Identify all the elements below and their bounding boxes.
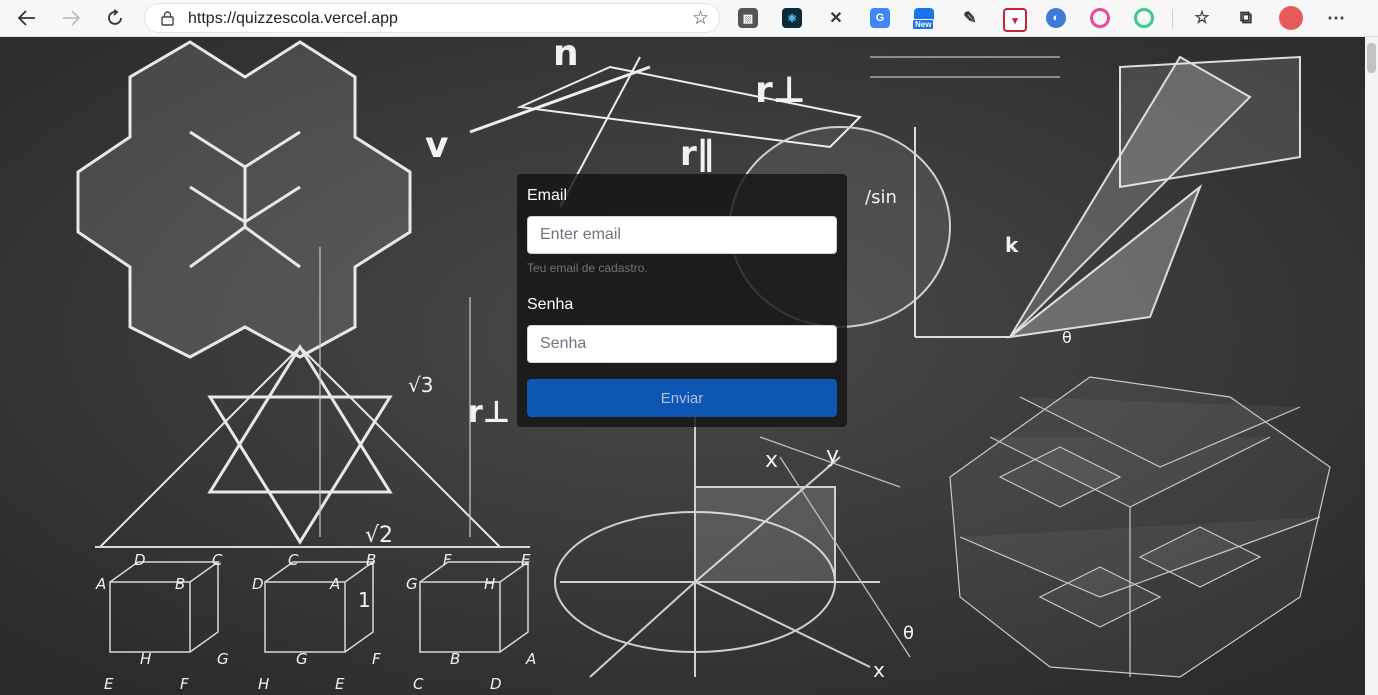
svg-text:x: x [873, 658, 885, 682]
svg-text:1: 1 [358, 588, 371, 612]
svg-text:A: A [95, 575, 106, 593]
svg-text:H: H [484, 575, 495, 593]
target-extension-icon[interactable] [1134, 8, 1154, 28]
svg-text:/sin: /sin [865, 187, 897, 208]
submit-button[interactable]: Enviar [527, 379, 837, 417]
svg-text:F: F [372, 650, 381, 668]
svg-text:√3: √3 [408, 373, 433, 397]
profile-avatar[interactable] [1279, 6, 1303, 30]
svg-text:E: E [521, 551, 531, 569]
login-form: Email Teu email de cadastro. Senha Envia… [517, 174, 847, 427]
svg-text:G: G [406, 575, 418, 593]
svg-text:E: E [335, 675, 345, 693]
svg-text:B: B [175, 575, 185, 593]
svg-text:A: A [525, 650, 536, 668]
svg-text:C: C [288, 551, 299, 569]
svg-text:C: C [413, 675, 424, 693]
favorite-star-icon[interactable]: ☆ [692, 7, 709, 30]
svg-text:B: B [450, 650, 460, 668]
browser-toolbar: https://quizzescola.vercel.app ☆ ▨ ⚛ ✕ G… [0, 0, 1378, 37]
extension-image-icon[interactable]: ▨ [738, 8, 758, 28]
svg-text:E: E [104, 675, 114, 693]
collections-icon[interactable]: ⧉ [1236, 8, 1256, 28]
color-picker-icon[interactable]: ✎ [960, 8, 980, 28]
toolbar-divider [1172, 9, 1173, 29]
email-field[interactable] [527, 216, 837, 254]
svg-text:G: G [296, 650, 308, 668]
svg-text:r∥: r∥ [680, 134, 714, 174]
google-translate-icon[interactable]: G [870, 8, 890, 28]
svg-text:D: D [134, 551, 146, 569]
svg-text:F: F [443, 551, 452, 569]
svg-text:C: C [212, 551, 223, 569]
more-menu-icon[interactable]: ⋯ [1326, 8, 1346, 28]
svg-text:r⊥: r⊥ [755, 70, 806, 111]
svg-text:D: D [252, 575, 264, 593]
react-devtools-icon[interactable]: ⚛ [782, 8, 802, 28]
forward-arrow-icon [63, 10, 80, 26]
password-field[interactable] [527, 325, 837, 363]
page-scrollbar[interactable] [1365, 37, 1378, 695]
refresh-button[interactable] [100, 4, 130, 32]
new-extension-icon[interactable]: New [912, 8, 935, 30]
lock-icon [161, 11, 174, 31]
refresh-icon [108, 9, 122, 25]
svg-text:x: x [765, 448, 778, 473]
url-text: https://quizzescola.vercel.app [188, 10, 398, 27]
page-content: n v r⊥ r∥ /sin √3 r⊥ √2 k θ x y θ x D C … [0, 37, 1365, 695]
back-arrow-icon [18, 10, 35, 26]
svg-text:θ: θ [1062, 328, 1072, 347]
new-badge: New [912, 19, 935, 30]
forward-button[interactable] [56, 4, 86, 32]
svg-text:D: D [490, 675, 502, 693]
tools-icon[interactable]: ✕ [826, 8, 846, 28]
svg-text:√2: √2 [365, 523, 393, 548]
email-label: Email [527, 187, 568, 204]
svg-text:v: v [425, 125, 448, 166]
svg-text:r⊥: r⊥ [468, 395, 510, 430]
svg-text:H: H [258, 675, 269, 693]
svg-text:k: k [1005, 233, 1019, 257]
address-bar[interactable]: https://quizzescola.vercel.app ☆ [144, 3, 720, 33]
svg-text:F: F [180, 675, 189, 693]
svg-text:A: A [329, 575, 340, 593]
vpn-icon[interactable]: ◐ [1046, 8, 1066, 28]
svg-text:θ: θ [903, 623, 914, 644]
svg-text:G: G [217, 650, 229, 668]
pocket-icon[interactable]: ▾ [1003, 8, 1027, 32]
email-help-text: Teu email de cadastro. [527, 261, 648, 275]
password-label: Senha [527, 296, 574, 313]
back-button[interactable] [12, 4, 42, 32]
svg-text:y: y [826, 443, 839, 468]
scrollbar-thumb[interactable] [1367, 43, 1376, 73]
ring-extension-icon[interactable] [1090, 8, 1110, 28]
svg-text:n: n [553, 37, 579, 74]
favorites-icon[interactable]: ☆ [1192, 8, 1212, 28]
svg-text:H: H [140, 650, 151, 668]
svg-text:B: B [366, 551, 376, 569]
